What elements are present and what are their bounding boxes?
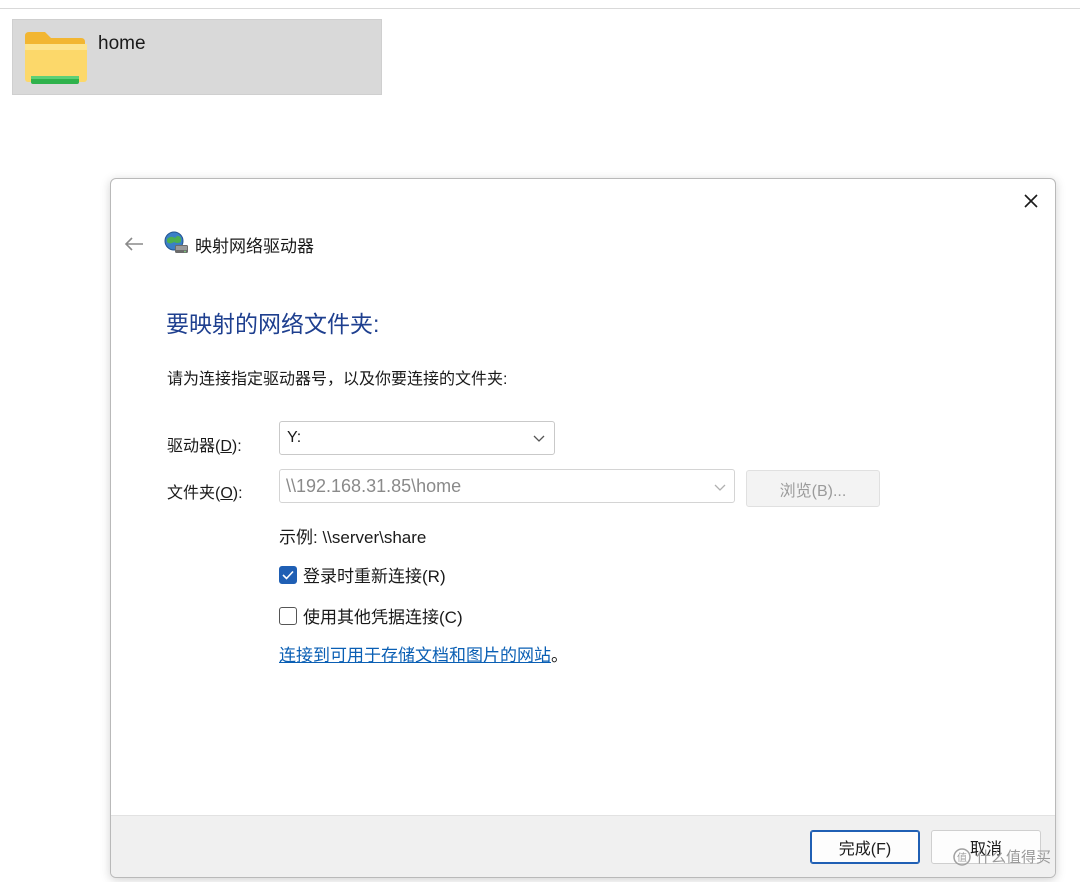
- website-link-line: 连接到可用于存储文档和图片的网站。: [279, 641, 568, 666]
- reconnect-checkbox[interactable]: [279, 565, 297, 584]
- folder-item-home[interactable]: home: [12, 19, 382, 95]
- close-button[interactable]: [1015, 185, 1047, 217]
- folder-icon: [25, 32, 87, 84]
- reconnect-label: 登录时重新连接(R): [303, 567, 446, 586]
- top-divider: [0, 8, 1080, 9]
- drive-letter-select[interactable]: Y:: [279, 421, 555, 455]
- other-credentials-label: 使用其他凭据连接(C): [303, 608, 463, 627]
- instruction-text: 请为连接指定驱动器号，以及你要连接的文件夹:: [167, 371, 508, 388]
- folder-path-combo[interactable]: [279, 469, 735, 503]
- link-suffix: 。: [551, 646, 568, 665]
- back-arrow-icon: [124, 237, 143, 251]
- close-icon: [1024, 194, 1038, 208]
- browse-button[interactable]: 浏览(B)...: [746, 470, 880, 507]
- drive-letter-value: Y:: [287, 429, 302, 446]
- drive-label: 驱动器(D):: [167, 438, 242, 455]
- map-network-drive-dialog: 映射网络驱动器 要映射的网络文件夹: 请为连接指定驱动器号，以及你要连接的文件夹…: [110, 178, 1056, 878]
- folder-label: home: [98, 33, 146, 54]
- checkmark-icon: [282, 570, 294, 580]
- reconnect-checkbox-row[interactable]: 登录时重新连接(R): [279, 562, 446, 587]
- chevron-down-icon[interactable]: [714, 482, 726, 492]
- chevron-down-icon: [533, 435, 545, 442]
- watermark-logo-icon: 值: [953, 847, 971, 866]
- folder-label-text: 文件夹(O):: [167, 485, 243, 502]
- other-credentials-checkbox[interactable]: [279, 606, 297, 625]
- dialog-heading: 要映射的网络文件夹:: [166, 311, 380, 337]
- connect-website-link[interactable]: 连接到可用于存储文档和图片的网站: [279, 646, 551, 665]
- folder-path-input[interactable]: [286, 475, 706, 497]
- other-credentials-checkbox-row[interactable]: 使用其他凭据连接(C): [279, 603, 463, 628]
- watermark-text: 什么值得买: [976, 849, 1052, 866]
- network-drive-icon: [164, 231, 188, 253]
- watermark: 值 什么值得买: [952, 846, 1051, 867]
- dialog-footer: 完成(F) 取消: [111, 815, 1055, 877]
- dialog-title: 映射网络驱动器: [195, 237, 314, 256]
- finish-button[interactable]: 完成(F): [810, 830, 920, 864]
- example-text: 示例: \\server\share: [279, 528, 427, 547]
- svg-text:值: 值: [957, 851, 967, 864]
- back-button[interactable]: [121, 231, 147, 257]
